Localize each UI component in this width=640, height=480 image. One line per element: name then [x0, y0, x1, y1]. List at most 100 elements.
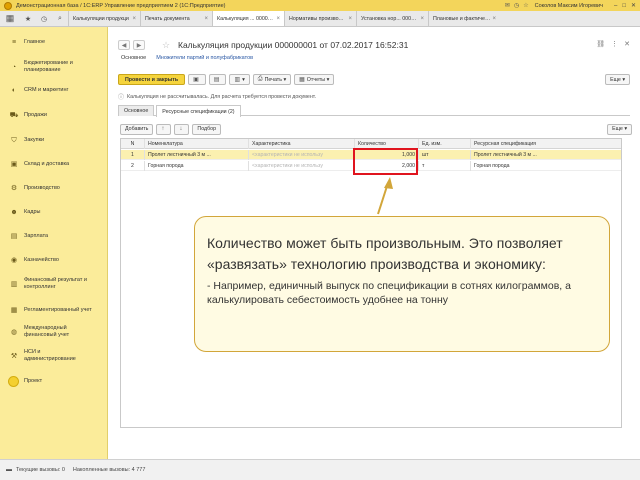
intl-accounting-icon: ◍	[10, 328, 18, 336]
close-form-icon[interactable]: ✕	[624, 40, 630, 48]
sidebar-item-warehouse[interactable]: ▣ Склад и доставка	[0, 160, 69, 168]
nomenclature-cell[interactable]: Горная порода	[145, 161, 249, 171]
minimize-button[interactable]: –	[614, 3, 617, 9]
column-header[interactable]: Ресурсная спецификация	[471, 139, 621, 149]
print-label: Печать	[264, 76, 282, 83]
close-tab-icon[interactable]: ×	[204, 16, 208, 22]
save-button[interactable]: ▣	[188, 74, 206, 85]
print-button[interactable]: ⎙ Печать ▾	[252, 74, 292, 85]
back-arrow-icon[interactable]: ◀	[118, 40, 130, 50]
current-user[interactable]: Соколов Максим Игоревич	[535, 3, 603, 9]
subnav-main[interactable]: Основное	[121, 55, 146, 61]
message-icon[interactable]: ✉	[505, 2, 510, 9]
sidebar-item-label: Главное	[24, 38, 46, 45]
nomenclature-cell[interactable]: Пролет лестничный 3 м ...	[145, 150, 249, 160]
accumulated-calls: Накопленные вызовы: 4 777	[72, 467, 146, 473]
sidebar-item-personnel[interactable]: ☻ Кадры	[0, 208, 40, 216]
title-bar: Демонстрационная база / 1С:ERP Управлени…	[0, 0, 640, 11]
form-subnav: Основное Множители партий и полуфабрикат…	[121, 55, 253, 61]
column-header[interactable]: Номенклатура	[145, 139, 249, 149]
sidebar-item-main[interactable]: ≡ Главное	[0, 38, 45, 46]
section-sidebar: ≡ Главное ◔ Бюджетирование и планирование …	[0, 27, 108, 459]
move-down-button[interactable]: ↓	[174, 123, 190, 135]
unit-cell[interactable]: шт	[419, 150, 471, 160]
tab-plan-fact[interactable]: Плановые и фактические...×	[428, 11, 500, 26]
post-button[interactable]: ▤	[208, 74, 227, 85]
warning-text: Калькуляция не рассчитывалась. Для расче…	[127, 93, 317, 100]
tab-resource-specs[interactable]: Ресурсные спецификации (2)	[156, 105, 241, 117]
sidebar-item-admin[interactable]: ⚒ НСИ и администрирование	[0, 349, 90, 363]
accounting-icon: ▦	[10, 306, 18, 314]
row-number: 2	[121, 161, 145, 171]
favorites-star-icon[interactable]: ★	[20, 11, 36, 26]
sidebar-item-treasury[interactable]: ◉ Казначейство	[0, 256, 59, 264]
reports-label: Отчеты	[306, 76, 326, 83]
sidebar-item-label: Проект	[24, 378, 43, 384]
menu-icon: ≡	[11, 38, 17, 46]
resource-spec-cell[interactable]: Пролет лестничный 3 м ...	[471, 150, 621, 160]
grid-more-button[interactable]: Еще ▾	[607, 123, 632, 135]
history-clock-icon[interactable]: ◷	[36, 11, 52, 26]
more-button[interactable]: Еще ▾	[605, 74, 630, 85]
tab-calculation-doc[interactable]: Калькуляция ... 000000001×	[212, 11, 284, 26]
tab-print[interactable]: Печать документа ×	[140, 11, 212, 26]
characteristic-cell[interactable]: <характеристики не использу	[249, 150, 355, 160]
arrow-down-icon: ↓	[179, 126, 183, 132]
maximize-button[interactable]: □	[622, 3, 626, 9]
document-title: Калькуляция продукции 000000001 от 07.02…	[178, 40, 409, 50]
column-header[interactable]: Ед. изм.	[419, 139, 471, 149]
personnel-icon: ☻	[10, 208, 18, 216]
more-options-icon[interactable]: ⋮	[611, 40, 618, 48]
add-button[interactable]: Добавить	[120, 123, 154, 135]
move-up-button[interactable]: ↑	[156, 123, 172, 135]
sidebar-item-production[interactable]: ⚙ Производство	[0, 184, 60, 192]
resource-spec-cell[interactable]: Горная порода	[471, 161, 621, 171]
post-and-close-button[interactable]: Провести и закрыть	[118, 74, 186, 85]
home-grid-icon[interactable]: ▦	[0, 11, 20, 26]
sidebar-item-salary[interactable]: ▤ Зарплата	[0, 232, 48, 240]
sidebar-item-intl-accounting[interactable]: ◍ Международный финансовый учет	[0, 325, 90, 339]
sidebar-item-budget[interactable]: ◔ Бюджетирование и планирование	[0, 60, 100, 74]
unit-cell[interactable]: т	[419, 161, 471, 171]
subnav-multipliers-link[interactable]: Множители партий и полуфабрикатов	[156, 55, 253, 61]
inner-tabs: Основное Ресурсные спецификации (2)	[118, 105, 630, 117]
close-tab-icon[interactable]: ×	[420, 16, 424, 22]
sidebar-item-label: Кадры	[24, 208, 41, 215]
tab-calculations[interactable]: Калькуляции продукци ×	[68, 11, 140, 26]
characteristic-cell[interactable]: <характеристики не использу	[249, 161, 355, 171]
favorite-icon[interactable]: ☆	[523, 2, 528, 9]
post-icon: ▤	[213, 77, 220, 83]
sidebar-item-label: Финансовый результат и контроллинг	[24, 277, 87, 290]
close-tab-icon[interactable]: ×	[132, 16, 136, 22]
history-icon[interactable]: ◷	[514, 2, 519, 9]
column-header[interactable]: Характеристика	[249, 139, 355, 149]
close-tab-icon[interactable]: ×	[276, 16, 280, 22]
tab-main[interactable]: Основное	[118, 105, 155, 116]
forward-arrow-icon[interactable]: ▶	[133, 40, 145, 50]
status-bar: ▬ Текущие вызовы: 0 Накопленные вызовы: …	[0, 459, 640, 480]
sidebar-item-project[interactable]: Проект	[0, 376, 42, 387]
sidebar-item-label: Регламентированный учет	[24, 306, 92, 313]
sidebar-item-sales[interactable]: ⛟ Продажи	[0, 111, 47, 119]
close-window-button[interactable]: ✕	[631, 2, 636, 9]
close-tab-icon[interactable]: ×	[492, 16, 496, 22]
reports-button[interactable]: ▦ Отчеты ▾	[294, 74, 335, 85]
save-icon: ▣	[193, 77, 199, 83]
callout-sub-text: - Например, единичный выпуск по специфик…	[207, 280, 571, 306]
column-header[interactable]: N	[121, 139, 145, 149]
tab-norms[interactable]: Нормативы производств...×	[284, 11, 356, 26]
link-icon[interactable]: ⛓	[596, 40, 605, 48]
sidebar-item-crm[interactable]: ◐ CRM и маркетинг	[0, 86, 69, 94]
sidebar-item-label: Бюджетирование и планирование	[24, 60, 73, 73]
related-docs-button[interactable]: ▥ ▾	[229, 74, 250, 85]
close-tab-icon[interactable]: ×	[348, 16, 352, 22]
sidebar-item-finance[interactable]: ▥ Финансовый результат и контроллинг	[0, 277, 100, 291]
sidebar-item-accounting[interactable]: ▦ Регламентированный учет	[0, 306, 92, 314]
tab-label: Калькуляции продукци	[73, 15, 129, 22]
search-icon[interactable]: ⌕	[52, 11, 68, 26]
favorite-star-icon[interactable]: ☆	[162, 40, 170, 51]
tab-set-norms[interactable]: Установка нор... 000000001×	[356, 11, 428, 26]
salary-icon: ▤	[10, 232, 18, 240]
select-button[interactable]: Подбор	[192, 123, 222, 135]
sidebar-item-purchases[interactable]: ⛉ Закупки	[0, 136, 44, 144]
